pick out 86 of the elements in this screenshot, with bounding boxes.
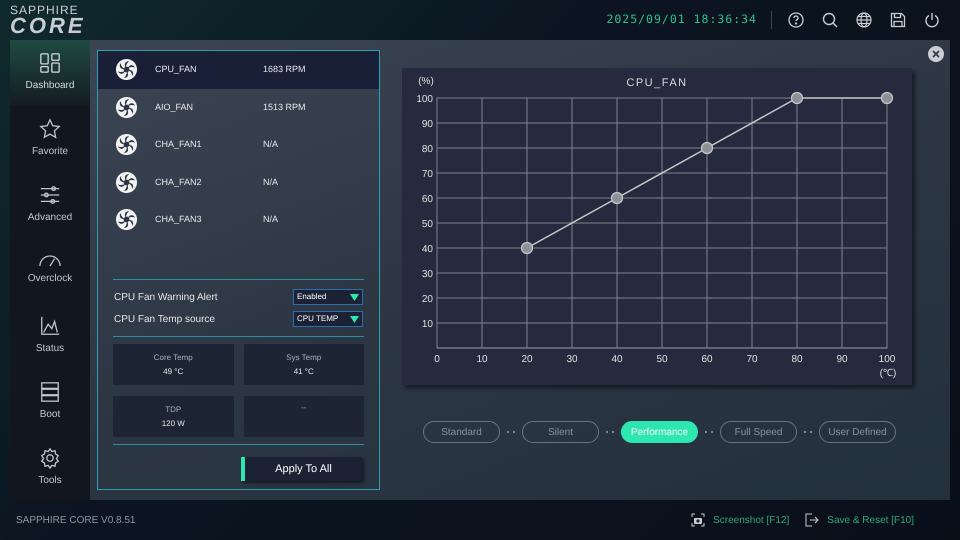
x-tick-label: 50	[656, 354, 668, 365]
x-tick-label: 0	[434, 354, 440, 365]
y-tick-label: 10	[422, 319, 433, 330]
fan-row[interactable]: CHA_FAN1 N/A	[98, 126, 379, 164]
exit-icon	[805, 513, 820, 527]
x-tick-label: 40	[611, 354, 623, 365]
sidebar-item[interactable]: Tools	[10, 434, 90, 500]
y-tick-label: 90	[422, 119, 433, 130]
dashboard-icon	[39, 52, 61, 74]
date-time: 2025/09/01 18:36:34	[606, 11, 757, 28]
curve-point[interactable]	[880, 92, 894, 104]
setting-label: CPU Fan Temp source	[114, 312, 215, 326]
y-axis-label: (%)	[418, 76, 434, 87]
curve-point[interactable]	[520, 242, 534, 254]
x-tick-label: 10	[476, 354, 488, 365]
y-tick-label: 30	[422, 269, 433, 280]
fan-row[interactable]: CHA_FAN2 N/A	[98, 164, 379, 201]
stat-label: --	[301, 402, 306, 414]
chart-title: CPU_FAN	[626, 77, 688, 89]
sidebar-item[interactable]: Boot	[10, 368, 90, 434]
y-tick-label: 100	[416, 94, 433, 105]
sidebar-item[interactable]: Favorite	[10, 106, 90, 172]
fan-row[interactable]: AIO_FAN 1513 RPM	[98, 88, 379, 126]
caret-icon	[350, 316, 359, 322]
version-text: SAPPHIRE CORE V0.8.51	[16, 514, 136, 528]
sidebar-item[interactable]: Status	[10, 302, 90, 369]
dropdown[interactable]: Enabled	[293, 289, 363, 305]
gauge-icon	[39, 254, 61, 267]
x-tick-label: 20	[521, 354, 533, 365]
y-tick-label: 40	[422, 244, 433, 255]
power-icon[interactable]	[924, 12, 940, 28]
camera-icon	[691, 513, 706, 527]
x-tick-label: 60	[701, 354, 713, 365]
search-icon[interactable]	[822, 12, 838, 28]
y-tick-label: 50	[422, 219, 433, 230]
y-tick-label: 70	[422, 169, 433, 180]
stat-value: 120 W	[162, 418, 185, 430]
curve-point[interactable]	[700, 142, 714, 154]
mode-button[interactable]: User Defined	[819, 421, 896, 443]
apply-to-all-button[interactable]: Apply To All	[241, 457, 362, 481]
stat-label: Sys Temp	[286, 352, 322, 364]
x-tick-label: 80	[791, 354, 803, 365]
caret-icon	[350, 294, 359, 300]
curve-point[interactable]	[610, 192, 624, 204]
logo-caption: SAPPHIRE	[10, 4, 80, 16]
dropdown[interactable]: CPU TEMP	[293, 311, 363, 327]
y-tick-label: 20	[422, 294, 433, 305]
curve-point[interactable]	[790, 92, 804, 104]
sidebar-item[interactable]: Advanced	[10, 171, 90, 238]
footer-action[interactable]: Screenshot [F12]	[691, 512, 790, 528]
x-tick-label: 70	[746, 354, 758, 365]
fan-icon	[115, 208, 138, 232]
line-chart-icon	[39, 315, 61, 338]
x-axis-label: (℃)	[880, 368, 896, 379]
sidebar-item[interactable]: Dashboard	[10, 40, 90, 106]
server-icon	[39, 380, 61, 403]
y-tick-label: 60	[422, 194, 433, 205]
fan-icon	[115, 170, 138, 194]
mode-button[interactable]: Silent	[522, 421, 599, 443]
x-tick-label: 30	[566, 354, 578, 365]
star-icon	[39, 118, 61, 140]
logo-wordmark: CORE	[10, 14, 86, 36]
fan-icon	[115, 96, 138, 119]
fan-icon	[115, 58, 138, 82]
setting-label: CPU Fan Warning Alert	[114, 290, 218, 304]
stat-label: TDP	[165, 404, 182, 416]
fan-row[interactable]: CPU_FAN 1683 RPM	[98, 51, 379, 88]
save-icon[interactable]	[890, 12, 906, 28]
fan-row[interactable]: CHA_FAN3 N/A	[98, 201, 379, 238]
gear-icon	[39, 446, 61, 469]
mode-button[interactable]: Full Speed	[720, 421, 797, 443]
mode-button[interactable]: Standard	[423, 421, 500, 443]
globe-icon[interactable]	[856, 12, 872, 28]
fan-icon	[115, 133, 138, 156]
stat-value: 49 °C	[163, 366, 184, 378]
sliders-icon	[39, 184, 61, 206]
y-tick-label: 80	[422, 144, 433, 155]
stat-label: Core Temp	[154, 352, 193, 364]
close-icon[interactable]	[928, 46, 944, 62]
help-icon[interactable]	[788, 12, 804, 28]
x-tick-label: 100	[878, 354, 896, 365]
x-tick-label: 90	[836, 354, 848, 365]
stat-value: 41 °C	[294, 366, 314, 378]
footer-action[interactable]: Save & Reset [F10]	[805, 512, 914, 528]
fan-curve-chart[interactable]: CPU_FAN (%) (℃) 0 10 20 30 40 50 60 70 80 90 100 10 20 30 40 50 60 70 80 90 100	[402, 68, 912, 385]
sidebar-item[interactable]: Overclock	[10, 237, 90, 303]
